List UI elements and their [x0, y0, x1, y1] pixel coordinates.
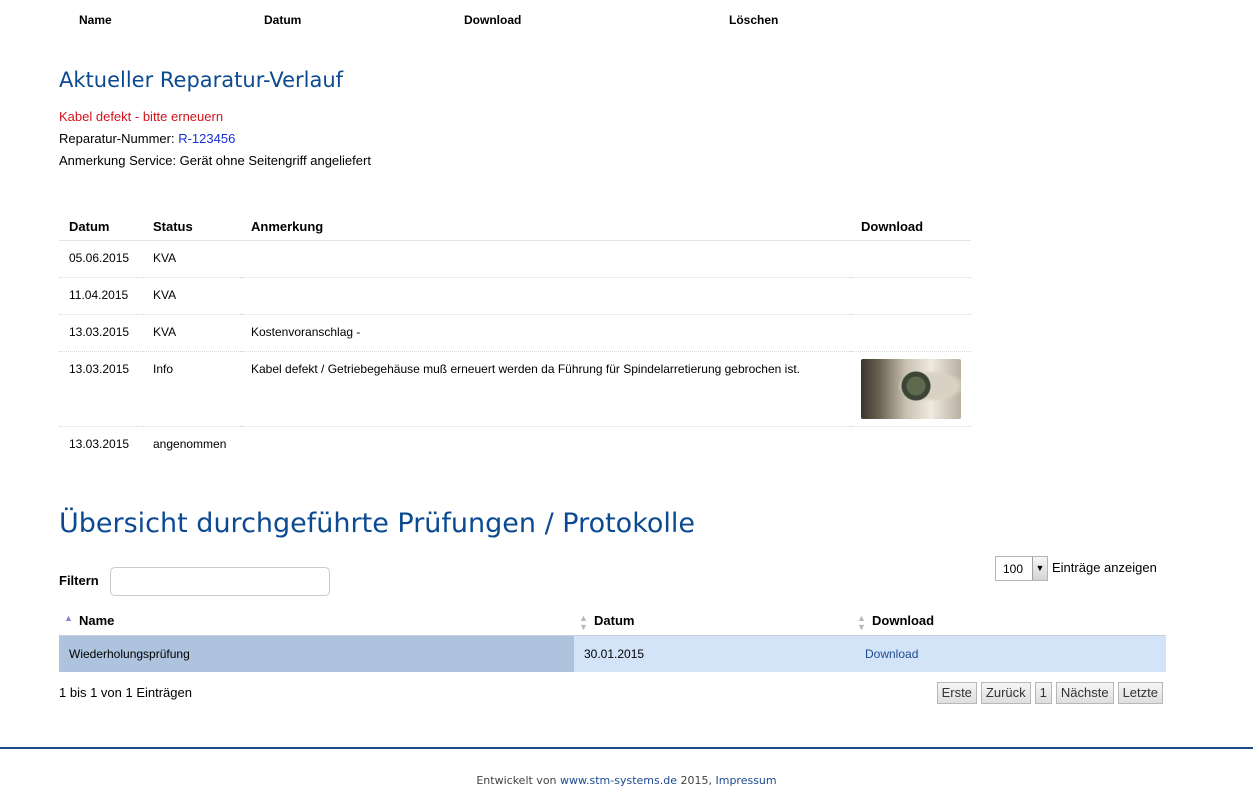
entries-info: 1 bis 1 von 1 Einträgen	[59, 685, 192, 700]
row-date: 11.04.2015	[59, 277, 143, 315]
defect-text: Kabel defekt - bitte erneuern	[59, 109, 224, 124]
header-download[interactable]: Download	[464, 13, 521, 27]
tests-col-date[interactable]: ▲ ▼ Datum	[574, 607, 852, 635]
tests-header-row: ▲ Name ▲ ▼ Datum ▲ ▼ Download	[59, 607, 1166, 635]
table-row: Wiederholungsprüfung 30.01.2015 Download	[59, 634, 1166, 672]
tests-col-name-label: Name	[79, 613, 115, 629]
pager-prev-button[interactable]: Zurück	[980, 682, 1031, 704]
tests-col-date-label: Datum	[594, 613, 635, 629]
repair-photo-thumbnail[interactable]	[861, 359, 961, 419]
tests-col-download[interactable]: ▲ ▼ Download	[852, 607, 1166, 635]
history-col-status: Status	[143, 212, 241, 241]
history-header-row: Datum Status Anmerkung Download	[59, 212, 971, 241]
sort-asc-icon: ▲	[64, 613, 73, 623]
pager-first-button[interactable]: Erste	[936, 682, 977, 704]
history-col-download: Download	[851, 212, 971, 241]
row-status: KVA	[143, 314, 241, 352]
footer-year: 2015,	[680, 774, 712, 787]
row-download	[851, 314, 971, 352]
repair-history-title: Aktueller Reparatur-Verlauf	[59, 68, 344, 92]
table-row: 13.03.2015 Info Kabel defekt / Getriebeg…	[59, 351, 971, 427]
table-row: 13.03.2015 KVA Kostenvoranschlag -	[59, 314, 971, 352]
pager-page-button[interactable]: 1	[1034, 682, 1052, 704]
row-status: Info	[143, 351, 241, 427]
test-date: 30.01.2015	[574, 634, 852, 672]
row-note	[241, 277, 851, 315]
header-name[interactable]: Name	[79, 13, 112, 27]
row-note: Kabel defekt / Getriebegehäuse muß erneu…	[241, 351, 851, 427]
footer-divider	[0, 747, 1253, 749]
row-status: angenommen	[153, 437, 227, 451]
footer-prefix: Entwickelt von	[476, 774, 557, 787]
page-length-value: 100	[1003, 562, 1024, 576]
footer: Entwickelt von www.stm-systems.de 2015, …	[0, 774, 1253, 787]
top-table-header: Name Datum Download Löschen	[0, 13, 1253, 29]
page-length-label: Einträge anzeigen	[1052, 560, 1157, 575]
repair-number-value: R-123456	[178, 131, 236, 146]
pagination: Erste Zurück 1 Nächste Letzte	[936, 682, 1163, 704]
filter-input[interactable]	[110, 567, 330, 596]
row-note	[241, 427, 851, 463]
sort-both-icon: ▲ ▼	[857, 613, 866, 632]
repair-number-label: Reparatur-Nummer:	[59, 131, 175, 146]
test-download-link[interactable]: Download	[862, 647, 918, 661]
row-download	[851, 427, 971, 463]
filter-label: Filtern	[59, 573, 99, 588]
table-row: 05.06.2015 KVA	[59, 240, 971, 278]
table-row: 11.04.2015 KVA	[59, 277, 971, 315]
row-status: KVA	[143, 240, 241, 278]
header-date[interactable]: Datum	[264, 13, 301, 27]
row-status: KVA	[143, 277, 241, 315]
repair-number-line: Reparatur-Nummer: R-123456	[59, 131, 235, 146]
test-download-cell: Download	[852, 634, 1166, 672]
page-length-select[interactable]: 100 ▼	[995, 556, 1048, 581]
row-date: 05.06.2015	[59, 240, 143, 278]
chevron-down-icon[interactable]: ▼	[1032, 557, 1047, 580]
test-name: Wiederholungsprüfung	[59, 634, 574, 672]
row-note: Kostenvoranschlag -	[241, 314, 851, 352]
row-date: 13.03.2015	[69, 437, 130, 451]
tests-col-name[interactable]: ▲ Name	[59, 607, 574, 635]
row-download	[851, 240, 971, 278]
pager-next-button[interactable]: Nächste	[1055, 682, 1114, 704]
sort-both-icon: ▲ ▼	[579, 613, 588, 632]
row-date: 13.03.2015	[59, 314, 143, 352]
table-row: 13.03.2015 angenommen	[59, 427, 971, 463]
service-note: Anmerkung Service: Gerät ohne Seitengrif…	[59, 153, 371, 168]
row-download	[851, 277, 971, 315]
footer-imprint-link[interactable]: Impressum	[715, 774, 776, 787]
header-delete[interactable]: Löschen	[729, 13, 778, 27]
history-col-note: Anmerkung	[241, 212, 851, 241]
repair-history-table: Datum Status Anmerkung Download 05.06.20…	[59, 212, 971, 463]
row-download	[851, 351, 971, 427]
tests-overview-title: Übersicht durchgeführte Prüfungen / Prot…	[59, 508, 696, 539]
history-col-date: Datum	[59, 212, 143, 241]
pager-last-button[interactable]: Letzte	[1117, 682, 1163, 704]
row-note	[241, 240, 851, 278]
tests-table: ▲ Name ▲ ▼ Datum ▲ ▼ Download Wiederholungspr…	[59, 607, 1166, 672]
tests-col-download-label: Download	[872, 613, 935, 629]
footer-company-link[interactable]: www.stm-systems.de	[560, 774, 677, 787]
row-date: 13.03.2015	[59, 351, 143, 427]
